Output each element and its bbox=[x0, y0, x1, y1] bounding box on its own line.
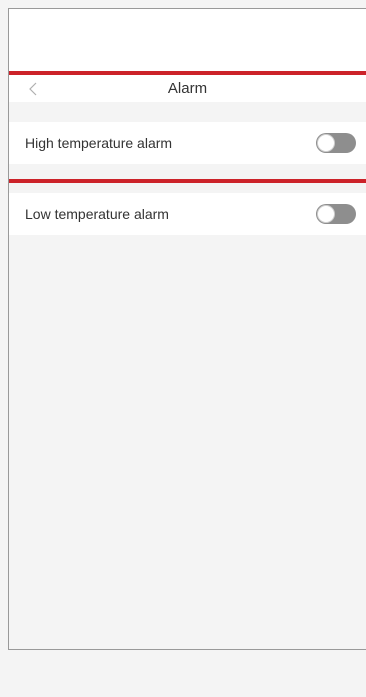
low-temperature-alarm-toggle[interactable] bbox=[316, 204, 356, 224]
high-temperature-alarm-label: High temperature alarm bbox=[25, 135, 173, 151]
low-temperature-alarm-row: Low temperature alarm bbox=[9, 193, 366, 235]
nav-header: Alarm bbox=[9, 75, 366, 102]
toggle-knob bbox=[317, 134, 335, 152]
toggle-knob bbox=[317, 205, 335, 223]
highlight-line-bottom bbox=[9, 179, 366, 183]
low-temperature-alarm-label: Low temperature alarm bbox=[25, 206, 169, 222]
page-title: Alarm bbox=[167, 80, 208, 97]
status-bar-area bbox=[9, 9, 366, 71]
high-temperature-alarm-row: High temperature alarm bbox=[9, 122, 366, 164]
bottom-area bbox=[0, 651, 366, 697]
app-frame: Alarm High temperature alarm Low tempera… bbox=[8, 8, 366, 650]
high-temperature-alarm-toggle[interactable] bbox=[316, 133, 356, 153]
